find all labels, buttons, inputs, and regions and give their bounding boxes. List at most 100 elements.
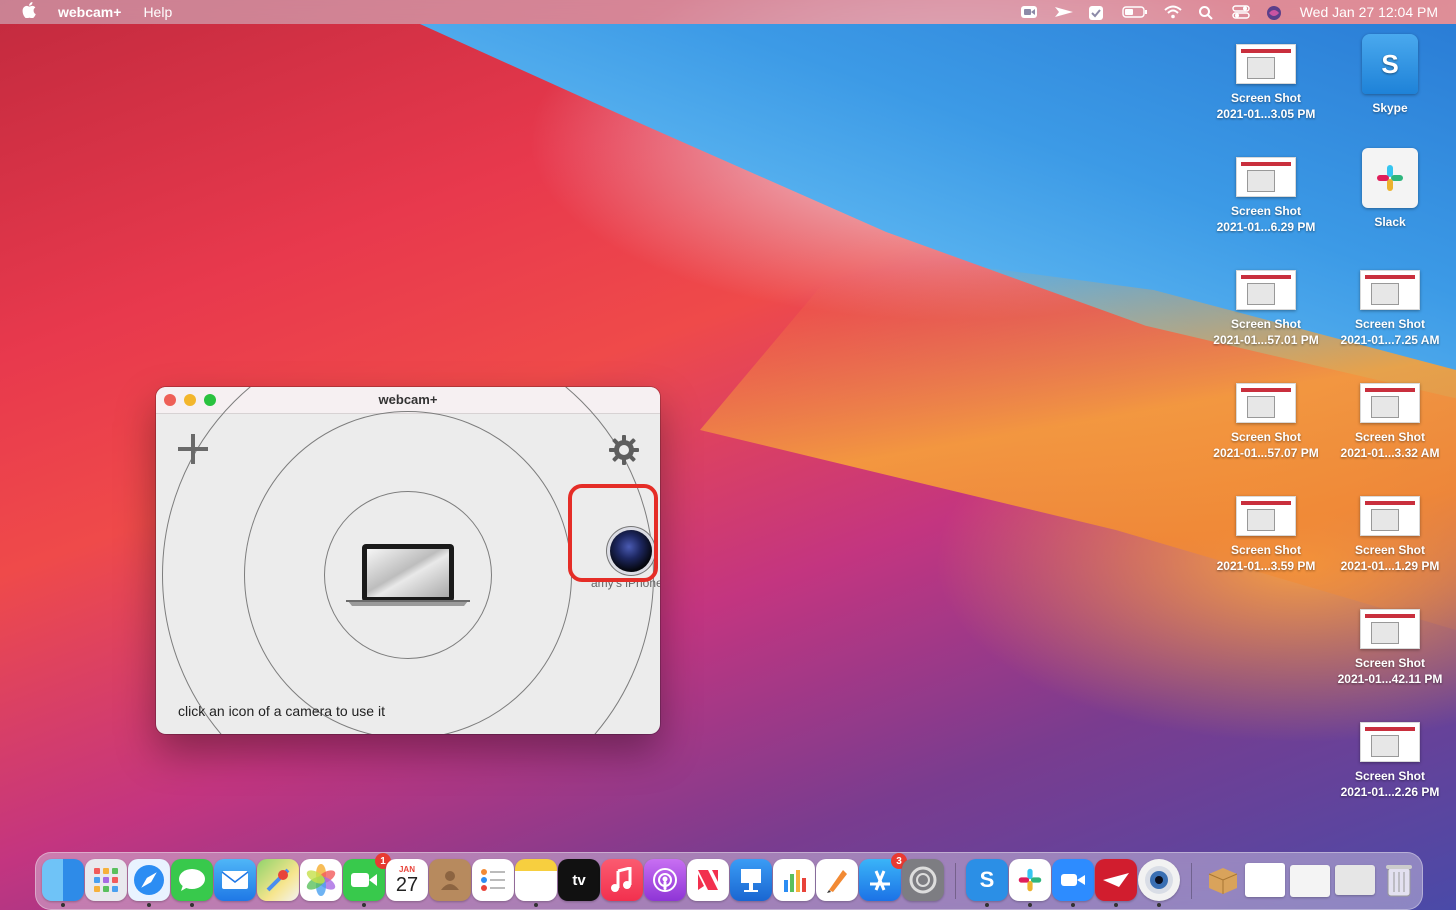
- calendar-month: JAN: [398, 864, 415, 874]
- dock-separator: [955, 863, 956, 899]
- siri-icon[interactable]: [1266, 5, 1284, 20]
- apple-tv-icon[interactable]: tv: [558, 859, 600, 901]
- battery-icon[interactable]: [1122, 5, 1148, 19]
- desktop-icon-screenshot[interactable]: Screen Shot 2021-01...42.11 PM: [1330, 609, 1450, 687]
- red-highlight-annotation: [568, 484, 658, 582]
- slack-icon: [1362, 148, 1418, 208]
- screenshot-thumbnail: [1236, 270, 1296, 310]
- desktop-icon-label: Skype: [1372, 101, 1408, 115]
- desktop-icon-screenshot[interactable]: Screen Shot 2021-01...1.29 PM: [1330, 496, 1450, 574]
- photos-icon[interactable]: [300, 859, 342, 901]
- reminders-icon[interactable]: [472, 859, 514, 901]
- desktop-icon-screenshot[interactable]: Screen Shot 2021-01...3.32 AM: [1330, 383, 1450, 461]
- dock-separator: [1191, 863, 1192, 899]
- desktop-icon-sublabel: 2021-01...2.26 PM: [1340, 785, 1440, 799]
- screenshot-stack-icon[interactable]: [1245, 863, 1285, 897]
- downloads-stack-icon[interactable]: [1335, 865, 1375, 895]
- desktop-icon-sublabel: 2021-01...6.29 PM: [1216, 220, 1316, 234]
- desktop-icon-screenshot[interactable]: Screen Shot 2021-01...57.07 PM: [1206, 383, 1326, 461]
- desktop-icon-skype[interactable]: S Skype: [1330, 34, 1450, 116]
- apple-menu-icon[interactable]: [22, 2, 38, 22]
- desktop-icon-screenshot[interactable]: Screen Shot 2021-01...2.26 PM: [1330, 722, 1450, 800]
- contacts-icon[interactable]: [429, 859, 471, 901]
- menu-clock[interactable]: Wed Jan 27 12:04 PM: [1300, 4, 1438, 20]
- screenshot-thumbnail: [1360, 722, 1420, 762]
- installer-package-icon[interactable]: [1202, 859, 1244, 901]
- system-preferences-icon[interactable]: [902, 859, 944, 901]
- desktop-icon-sublabel: 2021-01...3.59 PM: [1216, 559, 1316, 573]
- desktop-icon-slack[interactable]: Slack: [1330, 148, 1450, 230]
- direct-icon[interactable]: [1054, 5, 1073, 19]
- calendar-day: 27: [395, 873, 419, 896]
- desktop-icon-label: Screen Shot: [1354, 317, 1426, 331]
- desktop-icon-label: Screen Shot: [1230, 543, 1302, 557]
- desktop-icon-screenshot[interactable]: Screen Shot 2021-01...3.59 PM: [1206, 496, 1326, 574]
- desktop-icon-label: Slack: [1374, 215, 1406, 229]
- checkmark-icon[interactable]: [1088, 5, 1106, 20]
- menu-bar: webcam+ Help Wed Jan 27 12:04 PM: [0, 0, 1456, 24]
- pages-icon[interactable]: [816, 859, 858, 901]
- music-icon[interactable]: [601, 859, 643, 901]
- control-center-icon[interactable]: [1231, 5, 1250, 19]
- desktop-icon-label: Screen Shot: [1354, 430, 1426, 444]
- airmail-dock-icon[interactable]: [1095, 859, 1137, 907]
- desktop-icon-screenshot[interactable]: Screen Shot 2021-01...6.29 PM: [1206, 157, 1326, 235]
- settings-gear-icon[interactable]: [608, 434, 640, 466]
- macbook-camera-icon[interactable]: [346, 543, 470, 607]
- launchpad-icon[interactable]: [85, 859, 127, 901]
- apple-tv-label: tv: [572, 871, 586, 889]
- documents-stack-icon[interactable]: [1290, 865, 1330, 897]
- desktop-icon-label: Screen Shot: [1230, 430, 1302, 444]
- messages-icon[interactable]: [171, 859, 213, 907]
- webcam-plus-dock-icon[interactable]: [1138, 859, 1180, 907]
- screenshot-thumbnail: [1360, 383, 1420, 423]
- slack-dock-icon[interactable]: [1009, 859, 1051, 907]
- add-camera-button[interactable]: [178, 434, 208, 464]
- desktop-icon-label: Screen Shot: [1354, 543, 1426, 557]
- trash-icon[interactable]: [1378, 859, 1420, 901]
- desktop-icon-sublabel: 2021-01...57.01 PM: [1213, 333, 1319, 347]
- screenshot-thumbnail: [1236, 157, 1296, 197]
- desktop-icon-sublabel: 2021-01...3.05 PM: [1216, 107, 1316, 121]
- desktop-icon-sublabel: 2021-01...1.29 PM: [1340, 559, 1440, 573]
- app-store-icon[interactable]: 3: [859, 853, 907, 901]
- numbers-icon[interactable]: [773, 859, 815, 901]
- menu-extras: Wed Jan 27 12:04 PM: [1020, 0, 1438, 24]
- maps-icon[interactable]: [257, 859, 299, 901]
- finder-icon[interactable]: [42, 859, 84, 907]
- safari-icon[interactable]: [128, 859, 170, 907]
- desktop-icon-label: Screen Shot: [1230, 91, 1302, 105]
- desktop-icon-label: Screen Shot: [1230, 317, 1302, 331]
- notes-icon[interactable]: [515, 859, 557, 907]
- calendar-icon[interactable]: JAN 27: [386, 859, 428, 901]
- desktop-icon-sublabel: 2021-01...57.07 PM: [1213, 446, 1319, 460]
- skype-icon: S: [1362, 34, 1418, 94]
- keynote-icon[interactable]: [730, 859, 772, 901]
- skype-dock-icon[interactable]: S: [966, 859, 1008, 907]
- dock: 1 JAN 27 tv 3 S: [35, 852, 1423, 910]
- desktop-icon-screenshot[interactable]: Screen Shot 2021-01...3.05 PM: [1206, 44, 1326, 122]
- zoom-icon[interactable]: [1020, 5, 1038, 19]
- desktop-icon-sublabel: 2021-01...42.11 PM: [1337, 672, 1443, 686]
- desktop-icon-label: Screen Shot: [1354, 656, 1426, 670]
- facetime-icon[interactable]: 1: [343, 853, 391, 907]
- menu-app-name[interactable]: webcam+: [58, 4, 121, 20]
- spotlight-icon[interactable]: [1198, 5, 1216, 20]
- wifi-icon[interactable]: [1164, 5, 1182, 19]
- screenshot-thumbnail: [1236, 44, 1296, 84]
- desktop-icon-screenshot[interactable]: Screen Shot 2021-01...57.01 PM: [1206, 270, 1326, 348]
- podcasts-icon[interactable]: [644, 859, 686, 901]
- zoom-dock-icon[interactable]: [1052, 859, 1094, 907]
- desktop-icon-sublabel: 2021-01...3.32 AM: [1340, 446, 1440, 460]
- instruction-text: click an icon of a camera to use it: [178, 703, 385, 719]
- desktop-icon-label: Screen Shot: [1354, 769, 1426, 783]
- desktop-icon-label: Screen Shot: [1230, 204, 1302, 218]
- screenshot-thumbnail: [1236, 383, 1296, 423]
- mail-icon[interactable]: [214, 859, 256, 901]
- screenshot-thumbnail: [1360, 270, 1420, 310]
- screenshot-thumbnail: [1360, 609, 1420, 649]
- desktop-icon-screenshot[interactable]: Screen Shot 2021-01...7.25 AM: [1330, 270, 1450, 348]
- menu-help[interactable]: Help: [143, 4, 172, 20]
- news-icon[interactable]: [687, 859, 729, 901]
- screenshot-thumbnail: [1360, 496, 1420, 536]
